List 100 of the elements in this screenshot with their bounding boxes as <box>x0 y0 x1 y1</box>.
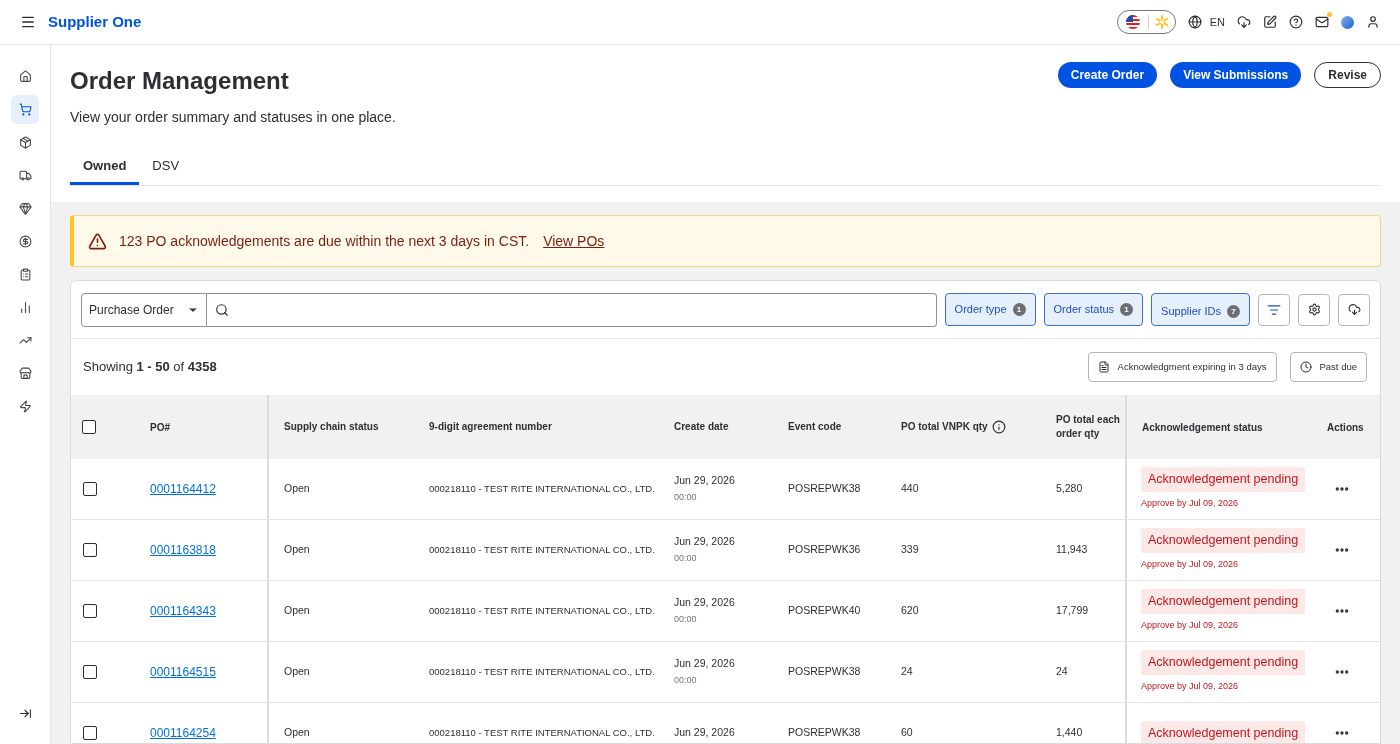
page-title: Order Management <box>70 66 289 96</box>
column-header: Event code <box>788 420 842 434</box>
table-cell-text: 1,440 <box>1055 725 1084 741</box>
filter-label: Order type <box>954 302 1007 318</box>
search-field[interactable] <box>207 292 937 327</box>
cloud-download-icon[interactable] <box>1237 15 1251 29</box>
table-cell-text: 60 <box>900 725 914 741</box>
table-cell-text: 000218110 - TEST RITE INTERNATIONAL CO., LTD. <box>429 664 655 679</box>
checkbox[interactable] <box>83 543 97 557</box>
column-header: Acknowledgement status <box>1142 420 1263 435</box>
table-cell-text: POSREPWK38 <box>787 725 862 741</box>
table-cell-text: Jun 29, 2026 <box>674 725 736 741</box>
filter-chip[interactable]: Supplier IDs 7 <box>1151 293 1250 326</box>
checkbox[interactable] <box>82 420 96 434</box>
settings-button[interactable] <box>1298 293 1330 326</box>
table-cell-text: 5,280 <box>1055 481 1084 497</box>
table-cell-text: Jun 29, 2026 <box>674 534 736 550</box>
tab[interactable]: Owned <box>70 150 140 185</box>
table-cell-text: POSREPWK40 <box>787 603 862 619</box>
quick-filter-button[interactable]: Acknowledgment expiring in 3 days <box>1087 352 1277 382</box>
po-link[interactable]: 0001164412 <box>150 480 216 498</box>
table-cell-text: 000218110 - TEST RITE INTERNATIONAL CO., LTD. <box>429 603 655 618</box>
status-badge: Acknowledgement pending <box>1141 650 1306 676</box>
po-link[interactable]: 0001163818 <box>150 541 216 559</box>
po-link[interactable]: 0001164343 <box>150 602 216 620</box>
table-cell-text: 620 <box>900 603 920 619</box>
tab[interactable]: DSV <box>139 150 193 185</box>
time-text: 00:00 <box>674 674 698 688</box>
diamond-icon <box>18 202 32 215</box>
time-text: 00:00 <box>674 613 698 627</box>
checkbox[interactable] <box>83 482 97 496</box>
language-label[interactable]: EN <box>1209 13 1225 31</box>
table-cell-text: POSREPWK38 <box>787 664 862 680</box>
store-icon <box>18 367 32 380</box>
table-cell-text: 339 <box>900 542 920 558</box>
info-icon[interactable] <box>991 420 1006 434</box>
approve-by-text: Approve by Jul 09, 2026 <box>1141 497 1240 511</box>
globe-icon[interactable] <box>1187 15 1202 29</box>
download-button[interactable] <box>1338 293 1370 326</box>
filter-chip[interactable]: Order status 1 <box>1043 293 1144 326</box>
menu-icon[interactable] <box>20 14 36 30</box>
truck-icon <box>18 169 32 182</box>
column-header: Create date <box>674 420 729 434</box>
table-cell-text: POSREPWK38 <box>787 481 862 497</box>
action-button[interactable]: View Submissions <box>1170 62 1302 88</box>
avatar[interactable] <box>1341 15 1354 29</box>
edit-icon[interactable] <box>1263 15 1277 29</box>
cart-icon <box>18 103 32 116</box>
filter-count: 1 <box>1012 303 1026 316</box>
action-button[interactable]: Revise <box>1314 62 1381 88</box>
results-count: Showing 1 - 50 of 4358 <box>83 358 217 377</box>
settings-icon <box>1307 303 1321 316</box>
table-cell-text: Open <box>283 603 311 619</box>
action-button[interactable]: Create Order <box>1057 62 1158 88</box>
search-type-dropdown[interactable]: Purchase Order <box>81 292 207 327</box>
po-link[interactable]: 0001164515 <box>150 663 216 681</box>
filter-count: 7 <box>1227 305 1240 318</box>
status-badge: Acknowledgement pending <box>1141 589 1306 615</box>
document-icon <box>1097 361 1110 373</box>
filter-count: 1 <box>1120 303 1134 316</box>
warning-icon <box>88 231 107 251</box>
checkbox[interactable] <box>83 604 97 618</box>
table-cell-text: POSREPWK36 <box>787 542 862 558</box>
user-icon[interactable] <box>1366 15 1380 29</box>
table-cell-text: Jun 29, 2026 <box>674 656 736 672</box>
expand-icon[interactable] <box>18 707 32 720</box>
po-link[interactable]: 0001164254 <box>150 724 216 742</box>
column-header: Actions <box>1327 420 1364 435</box>
table-cell-text: 17,799 <box>1055 603 1090 619</box>
column-header: 9-digit agreement number <box>429 420 552 434</box>
checkbox[interactable] <box>83 726 97 740</box>
column-header: Supply chain status <box>284 420 379 434</box>
column-header: PO total VNPK qty <box>901 420 988 434</box>
list-icon <box>1267 302 1281 317</box>
checkbox[interactable] <box>83 665 97 679</box>
time-text: 00:00 <box>674 552 698 566</box>
lightning-icon <box>18 400 32 413</box>
clipboard-icon <box>18 268 32 281</box>
table-cell-text: 11,943 <box>1055 542 1089 558</box>
table-cell-text: Open <box>283 481 311 497</box>
status-badge: Acknowledgement pending <box>1141 528 1306 554</box>
filter-chip[interactable]: Order type 1 <box>944 293 1036 326</box>
approve-by-text: Approve by Jul 09, 2026 <box>1141 558 1240 572</box>
dollar-icon <box>18 235 32 248</box>
page-subtitle: View your order summary and statuses in one place. <box>70 108 397 127</box>
table-cell-text: 24 <box>1055 664 1069 680</box>
brand-name[interactable]: Supplier One <box>48 10 142 34</box>
filter-label: Supplier IDs <box>1161 304 1221 320</box>
nav-item[interactable] <box>11 95 39 124</box>
approve-by-text: Approve by Jul 09, 2026 <box>1141 680 1240 694</box>
table-cell-text: 24 <box>900 664 914 680</box>
box-icon <box>18 136 32 149</box>
table-cell-text: Open <box>283 542 311 558</box>
table-cell-text: 000218110 - TEST RITE INTERNATIONAL CO., LTD. <box>429 542 655 557</box>
view-pos-link[interactable]: View POs <box>543 230 605 252</box>
table-cell-text: Jun 29, 2026 <box>674 595 736 611</box>
time-text: 00:00 <box>674 491 698 505</box>
mail-button[interactable] <box>1315 15 1329 29</box>
quick-filter-button[interactable]: Past due <box>1289 352 1367 382</box>
help-icon[interactable] <box>1289 15 1303 29</box>
